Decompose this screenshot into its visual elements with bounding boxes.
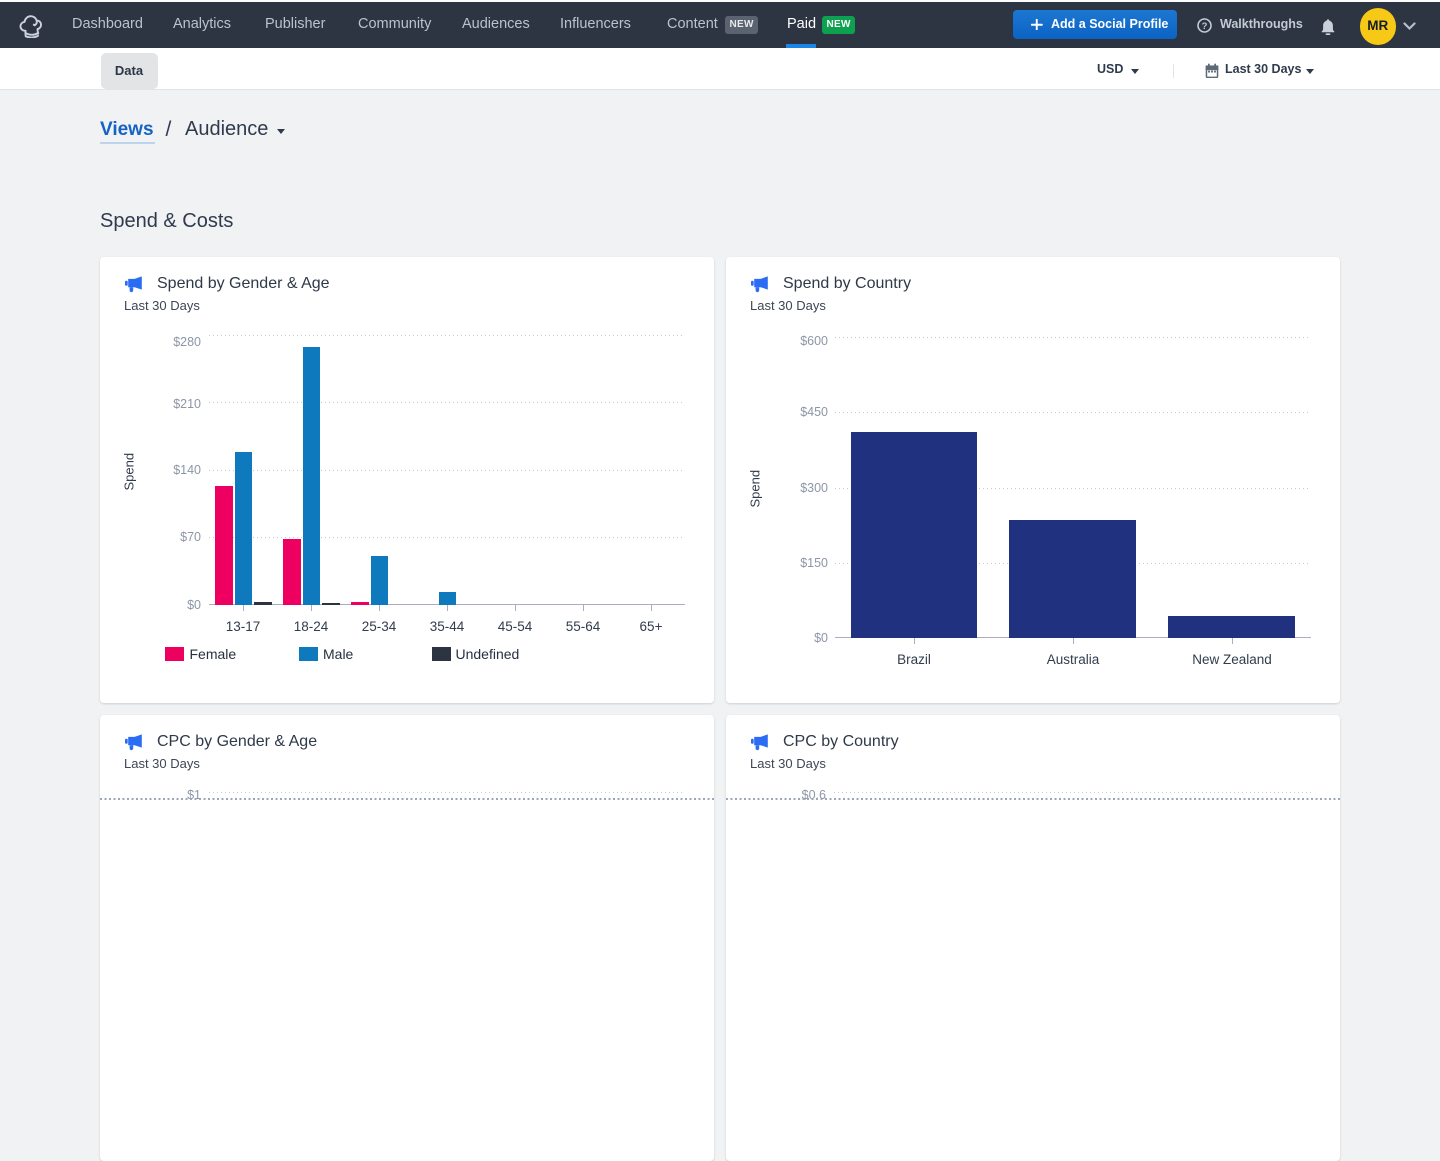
svg-text:?: ? <box>1201 21 1207 32</box>
